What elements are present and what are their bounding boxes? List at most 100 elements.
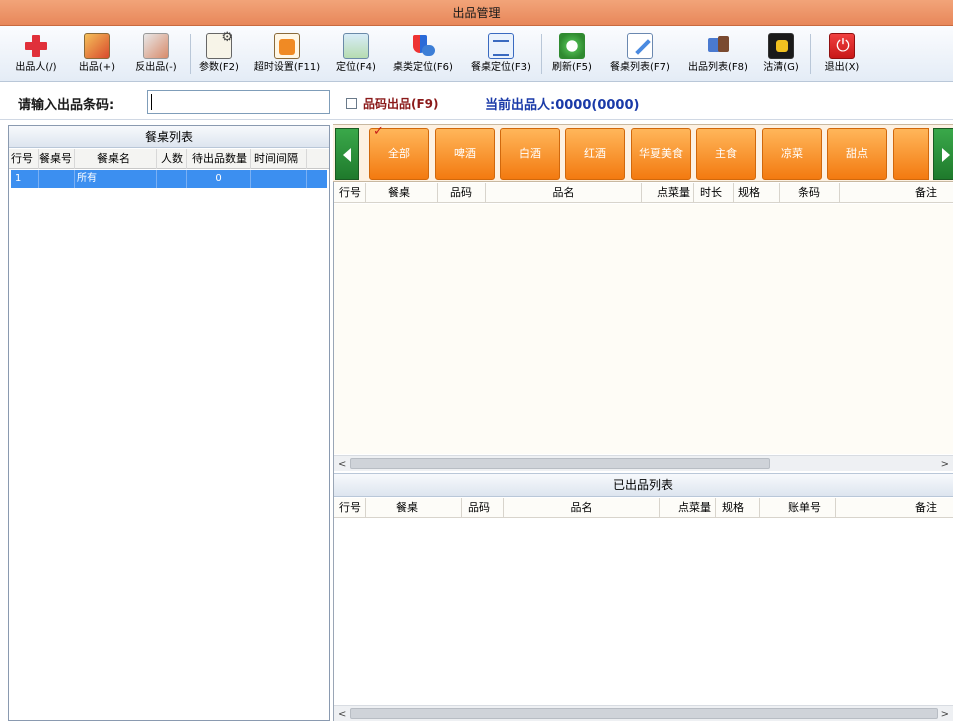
pending-items-scrollbar[interactable]: < > — [334, 455, 953, 471]
hand-icon — [768, 33, 794, 59]
barcode-bar: 请输入出品条码: 品码出品(F9) 当前出品人:0000(0000) — [0, 84, 953, 120]
serve-button-label: 出品(+) — [78, 62, 116, 73]
barcode-input[interactable] — [147, 90, 330, 114]
window-title: 出品管理 — [0, 0, 953, 26]
column-header[interactable]: 行号 — [11, 149, 39, 169]
serve-list-button[interactable]: 出品列表(F8) — [681, 29, 755, 79]
table-type-locate-button[interactable]: 桌类定位(F6) — [385, 29, 461, 79]
unserve-button-label: 反出品(-) — [135, 62, 177, 73]
column-header[interactable]: 品码 — [438, 183, 486, 203]
column-header[interactable]: 待出品数量 — [187, 149, 251, 169]
table-type-locate-button-label: 桌类定位(F6) — [393, 62, 453, 73]
category-label: 红酒 — [584, 147, 606, 160]
category-prev-button[interactable] — [335, 128, 359, 180]
refresh-button[interactable]: 刷新(F5) — [545, 29, 599, 79]
category-button[interactable]: 凉菜 — [762, 128, 822, 180]
issuer-button[interactable]: 出品人(/) — [6, 29, 66, 79]
sold-out-button-label: 沽清(G) — [763, 62, 799, 73]
column-header[interactable]: 规格 — [734, 183, 780, 203]
selected-check-icon: ✓ — [373, 124, 384, 139]
category-label: 凉菜 — [781, 147, 803, 160]
column-header[interactable]: 品名 — [486, 183, 642, 203]
column-header[interactable]: 行号 — [334, 498, 366, 518]
column-header[interactable]: 条码 — [780, 183, 840, 203]
column-header[interactable]: 餐桌 — [366, 498, 462, 518]
scroll-left-icon[interactable]: < — [338, 459, 346, 470]
app-window: 出品管理 出品人(/) 出品(+) 反出品(-) 参数(F2) 超时设置(F11… — [0, 0, 953, 721]
column-header[interactable]: 品名 — [504, 498, 660, 518]
timeout-settings-button[interactable]: 超时设置(F11) — [249, 29, 325, 79]
serve-button[interactable]: 出品(+) — [72, 29, 122, 79]
pending-items-body[interactable] — [334, 204, 953, 454]
scrollbar-thumb[interactable] — [350, 708, 938, 719]
sold-out-button[interactable]: 沽清(G) — [759, 29, 803, 79]
category-next-button[interactable] — [933, 128, 953, 180]
table-locate-button[interactable]: 餐桌定位(F3) — [465, 29, 537, 79]
picture-icon — [84, 33, 110, 59]
category-label: 全部 — [388, 147, 410, 160]
column-header[interactable]: 餐桌号 — [39, 149, 75, 169]
column-header[interactable]: 备注 — [840, 183, 953, 203]
barcode-serve-checkbox[interactable] — [346, 98, 357, 109]
served-items-scrollbar[interactable]: < > — [334, 705, 953, 721]
column-header[interactable]: 账单号 — [760, 498, 836, 518]
puzzle-icon — [705, 33, 731, 59]
scrollbar-thumb[interactable] — [350, 458, 770, 469]
category-bar: ✓ 全部 啤酒 白酒 红酒 华夏美食 主食 凉菜 甜点 — [333, 124, 953, 182]
column-header[interactable]: 时长 — [694, 183, 734, 203]
category-button[interactable]: 华夏美食 — [631, 128, 691, 180]
table-list-header: 行号 餐桌号 餐桌名 人数 待出品数量 时间间隔 — [9, 149, 329, 169]
column-header[interactable]: 餐桌名 — [75, 149, 157, 169]
column-header[interactable]: 备注 — [836, 498, 953, 518]
table-locate-button-label: 餐桌定位(F3) — [471, 62, 531, 73]
column-header[interactable]: 行号 — [334, 183, 366, 203]
category-button-all[interactable]: ✓ 全部 — [369, 124, 429, 180]
exit-button[interactable]: 退出(X) — [816, 29, 868, 79]
column-header[interactable]: 餐桌 — [366, 183, 438, 203]
category-label: 华夏美食 — [639, 147, 683, 160]
rss-doc-icon — [274, 33, 300, 59]
category-button[interactable]: 白酒 — [500, 128, 560, 180]
barcode-serve-label: 品码出品(F9) — [363, 97, 439, 111]
column-header[interactable]: 人数 — [157, 149, 187, 169]
time-interval — [251, 170, 307, 188]
toolbar-separator — [541, 34, 542, 74]
exit-button-label: 退出(X) — [824, 62, 860, 73]
category-label: 甜点 — [846, 147, 868, 160]
params-button-label: 参数(F2) — [199, 62, 239, 73]
column-header[interactable]: 点菜量 — [660, 498, 716, 518]
column-header[interactable]: 时间间隔 — [251, 149, 307, 169]
category-button[interactable] — [893, 128, 929, 180]
scroll-right-icon[interactable]: > — [941, 459, 949, 470]
served-items-body[interactable] — [334, 519, 953, 704]
panel-divider — [333, 182, 334, 721]
serve-list-button-label: 出品列表(F8) — [688, 62, 748, 73]
table-list-button[interactable]: 餐桌列表(F7) — [603, 29, 677, 79]
category-button[interactable]: 啤酒 — [435, 128, 495, 180]
map-icon — [343, 33, 369, 59]
params-button[interactable]: 参数(F2) — [193, 29, 245, 79]
row-number: 1 — [11, 170, 39, 188]
locate-button-label: 定位(F4) — [336, 62, 376, 73]
text-caret — [151, 94, 152, 110]
category-button[interactable]: 甜点 — [827, 128, 887, 180]
locate-button[interactable]: 定位(F4) — [331, 29, 381, 79]
pencil-icon — [627, 33, 653, 59]
scroll-left-icon[interactable]: < — [338, 709, 346, 720]
power-icon — [829, 33, 856, 59]
column-header[interactable]: 品码 — [462, 498, 504, 518]
table-row[interactable]: 1 所有 0 — [11, 170, 327, 188]
issuer-button-label: 出品人(/) — [15, 62, 57, 73]
refresh-button-label: 刷新(F5) — [552, 62, 592, 73]
category-button[interactable]: 红酒 — [565, 128, 625, 180]
current-issuer: 当前出品人:0000(0000) — [485, 98, 640, 113]
unserve-button[interactable]: 反出品(-) — [126, 29, 186, 79]
category-button[interactable]: 主食 — [696, 128, 756, 180]
picture-undo-icon — [143, 33, 169, 59]
barcode-label: 请输入出品条码: — [18, 98, 115, 113]
scroll-right-icon[interactable]: > — [941, 709, 949, 720]
column-header[interactable]: 点菜量 — [642, 183, 694, 203]
column-header[interactable]: 规格 — [716, 498, 760, 518]
category-label: 主食 — [715, 147, 737, 160]
barcode-serve-option[interactable]: 品码出品(F9) — [346, 95, 439, 112]
